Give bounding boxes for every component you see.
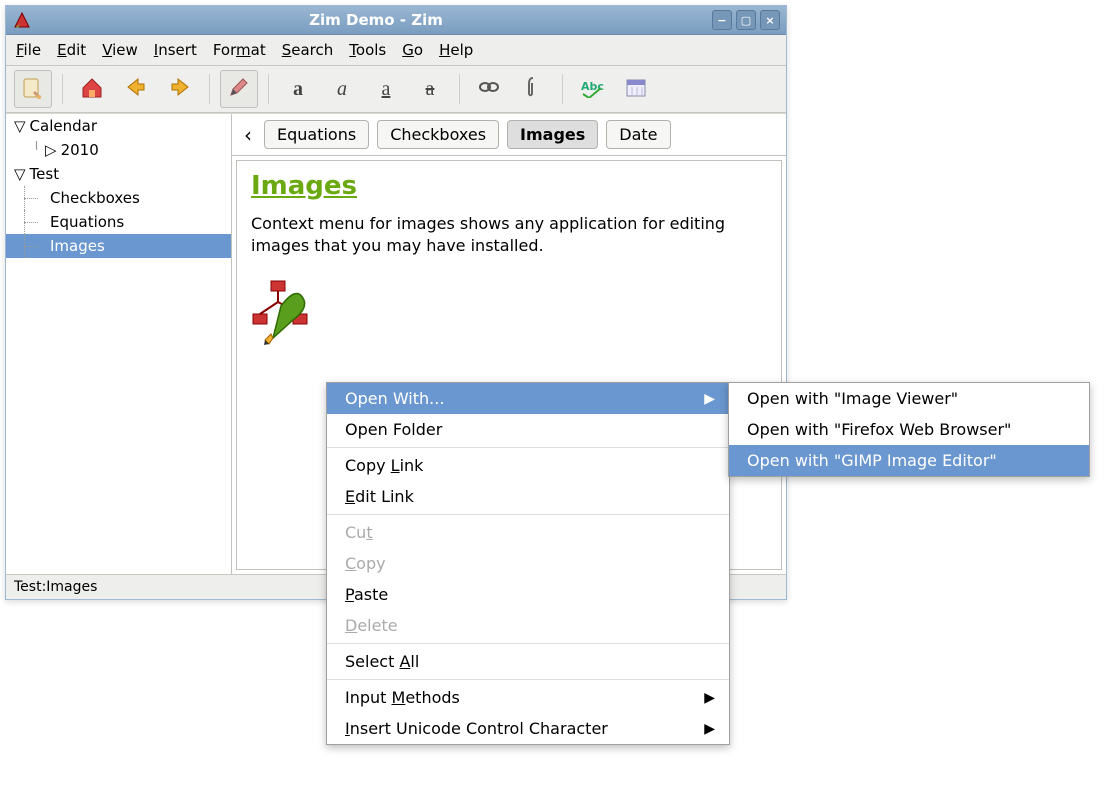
menu-view[interactable]: View — [102, 41, 138, 59]
ctx-cut: Cut — [327, 517, 729, 548]
chevron-right-icon: ▶ — [704, 391, 715, 407]
titlebar[interactable]: Zim Demo - Zim − ▢ × — [6, 6, 786, 35]
menubar: File Edit View Insert Format Search Tool… — [6, 35, 786, 66]
home-icon — [79, 74, 105, 104]
bold-icon: a — [293, 78, 303, 101]
menu-file[interactable]: File — [16, 41, 41, 59]
toolbar-spellcheck-button[interactable]: Abc — [573, 70, 611, 108]
underline-icon: a — [382, 78, 391, 101]
ctx-copy-link[interactable]: Copy Link — [327, 450, 729, 481]
ctx-separator — [327, 643, 729, 644]
tree-item-test[interactable]: ▽Test — [6, 162, 231, 186]
paperclip-icon — [524, 75, 542, 103]
submenu-gimp[interactable]: Open with "GIMP Image Editor" — [729, 445, 1089, 476]
toolbar-forward-button[interactable] — [161, 70, 199, 108]
calendar-icon — [625, 76, 647, 102]
svg-text:Abc: Abc — [581, 80, 604, 93]
tab-equations[interactable]: Equations — [264, 120, 369, 149]
arrow-left-icon — [124, 75, 148, 103]
status-text: Test:Images — [14, 579, 97, 595]
page-paragraph: Context menu for images shows any applic… — [251, 213, 767, 258]
ctx-select-all[interactable]: Select All — [327, 646, 729, 677]
sidebar-tree[interactable]: ▽Calendar ╵▷2010 ▽Test Checkboxes Equati… — [6, 114, 232, 574]
tree-item-checkboxes[interactable]: Checkboxes — [6, 186, 231, 210]
toolbar-italic-button[interactable]: a — [323, 70, 361, 108]
toolbar-underline-button[interactable]: a — [367, 70, 405, 108]
ctx-open-with[interactable]: Open With...▶ — [327, 383, 729, 414]
toolbar-bold-button[interactable]: a — [279, 70, 317, 108]
menu-tools[interactable]: Tools — [349, 41, 386, 59]
arrow-right-icon — [168, 75, 192, 103]
ctx-open-folder[interactable]: Open Folder — [327, 414, 729, 445]
menu-format[interactable]: Format — [213, 41, 266, 59]
menu-go[interactable]: Go — [402, 41, 423, 59]
italic-icon: a — [337, 78, 347, 101]
maximize-button[interactable]: ▢ — [736, 10, 756, 30]
menu-insert[interactable]: Insert — [154, 41, 197, 59]
minimize-button[interactable]: − — [712, 10, 732, 30]
tab-date[interactable]: Date — [606, 120, 670, 149]
menu-search[interactable]: Search — [282, 41, 334, 59]
app-icon — [12, 10, 32, 30]
strike-icon: a — [426, 78, 435, 101]
tree-item-2010[interactable]: ╵▷2010 — [6, 138, 231, 162]
ctx-delete: Delete — [327, 610, 729, 641]
ctx-edit-link[interactable]: Edit Link — [327, 481, 729, 512]
ctx-copy: Copy — [327, 548, 729, 579]
chevron-right-icon: ▶ — [704, 721, 715, 737]
pencil-icon — [227, 75, 251, 103]
chevron-right-icon: ▶ — [704, 690, 715, 706]
toolbar-calendar-button[interactable] — [617, 70, 655, 108]
tab-images[interactable]: Images — [507, 120, 598, 149]
tabbar: ‹ Equations Checkboxes Images Date — [232, 114, 786, 156]
tab-checkboxes[interactable]: Checkboxes — [377, 120, 499, 149]
ctx-insert-unicode[interactable]: Insert Unicode Control Character▶ — [327, 713, 729, 744]
toolbar-edit-button[interactable] — [220, 70, 258, 108]
page-image[interactable] — [251, 276, 321, 346]
tree-item-images[interactable]: Images — [6, 234, 231, 258]
submenu-firefox[interactable]: Open with "Firefox Web Browser" — [729, 414, 1089, 445]
page-heading: Images — [251, 171, 767, 201]
submenu-image-viewer[interactable]: Open with "Image Viewer" — [729, 383, 1089, 414]
toolbar-strike-button[interactable]: a — [411, 70, 449, 108]
toolbar-attach-button[interactable] — [514, 70, 552, 108]
menu-edit[interactable]: Edit — [57, 41, 86, 59]
window-buttons: − ▢ × — [712, 10, 780, 30]
link-icon — [478, 79, 500, 99]
menu-help[interactable]: Help — [439, 41, 473, 59]
context-menu: Open With...▶ Open Folder Copy Link Edit… — [326, 382, 730, 745]
spellcheck-icon: Abc — [579, 76, 605, 102]
toolbar-index-button[interactable] — [14, 70, 52, 108]
toolbar-home-button[interactable] — [73, 70, 111, 108]
ctx-paste[interactable]: Paste — [327, 579, 729, 610]
toolbar-back-button[interactable] — [117, 70, 155, 108]
context-submenu-open-with: Open with "Image Viewer" Open with "Fire… — [728, 382, 1090, 477]
tree-item-calendar[interactable]: ▽Calendar — [6, 114, 231, 138]
close-button[interactable]: × — [760, 10, 780, 30]
tabbar-back-arrow[interactable]: ‹ — [240, 123, 256, 147]
ctx-input-methods[interactable]: Input Methods▶ — [327, 682, 729, 713]
ctx-separator — [327, 514, 729, 515]
toolbar: a a a a Abc — [6, 66, 786, 113]
toolbar-link-button[interactable] — [470, 70, 508, 108]
ctx-separator — [327, 447, 729, 448]
ctx-separator — [327, 679, 729, 680]
tree-item-equations[interactable]: Equations — [6, 210, 231, 234]
window-title: Zim Demo - Zim — [40, 11, 712, 29]
